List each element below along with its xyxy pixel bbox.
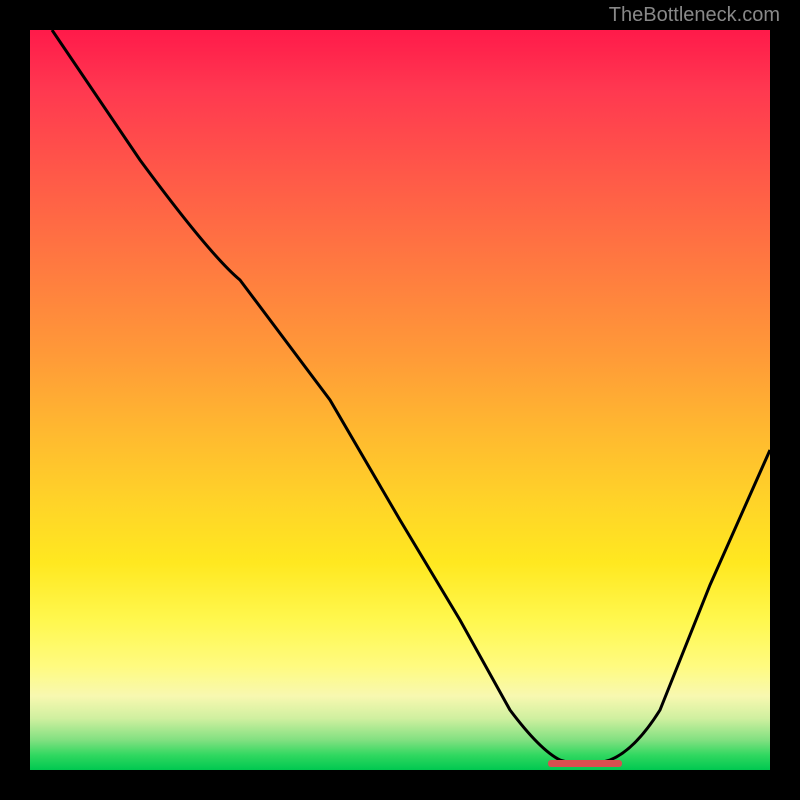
curve-path xyxy=(52,30,770,764)
plot-area xyxy=(30,30,770,770)
minimum-marker xyxy=(548,760,622,767)
watermark-text: TheBottleneck.com xyxy=(609,4,780,27)
bottleneck-curve xyxy=(30,30,770,770)
